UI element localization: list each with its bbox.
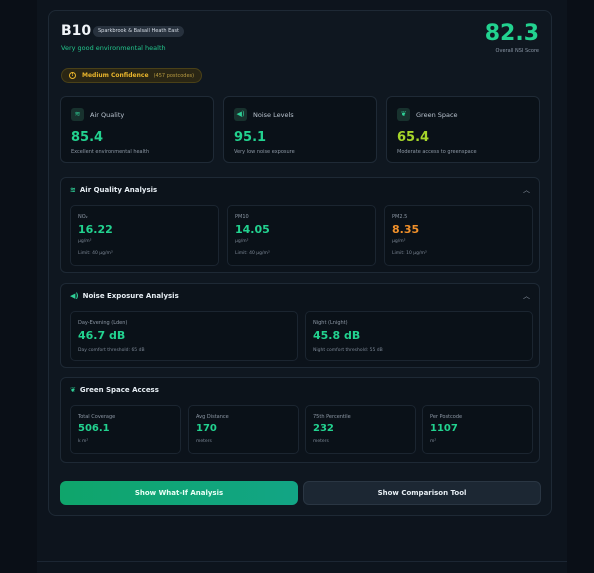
- pollutant-value: 16.22: [78, 223, 113, 236]
- area-report-card: B10 Sparkbrook & Balsall Heath East Very…: [48, 10, 552, 516]
- chevron-up-icon[interactable]: ︿: [523, 291, 530, 301]
- pollutant-limit: Limit: 10 μg/m³: [392, 251, 427, 256]
- pollutant-label: PM10: [235, 214, 249, 220]
- speaker-icon: ◀): [70, 292, 79, 300]
- noise-label: Day-Evening (Lden): [78, 320, 128, 326]
- noise-exposure-section: ◀) Noise Exposure Analysis ︿ Day-Evening …: [60, 283, 540, 368]
- pollutant-value: 8.35: [392, 223, 420, 236]
- metric-card-noise-levels: ◀) Noise Levels 95.1 Very low noise expo…: [223, 96, 377, 163]
- green-label: Per Postcode: [430, 414, 463, 420]
- green-unit: meters: [196, 439, 212, 444]
- pollutant-limit: Limit: 40 μg/m³: [235, 251, 270, 256]
- metric-title: Green Space: [416, 111, 458, 119]
- metric-value: 95.1: [234, 130, 267, 145]
- green-card-avg-distance: Avg Distance 170 meters: [188, 405, 299, 454]
- chevron-up-icon[interactable]: ︿: [523, 185, 530, 195]
- pollutant-label: NO₂: [78, 214, 88, 220]
- green-space-section: ❦ Green Space Access Total Coverage 506.1…: [60, 377, 540, 463]
- confidence-badge: ! Medium Confidence (457 postcodes): [61, 68, 203, 83]
- green-label: Avg Distance: [196, 414, 229, 420]
- pollutant-unit: μg/m³: [78, 239, 92, 244]
- comparison-tool-button[interactable]: Show Comparison Tool: [303, 481, 541, 505]
- metric-value: 65.4: [397, 130, 430, 145]
- confidence-detail: (457 postcodes): [153, 73, 195, 79]
- noise-value: 46.7 dB: [78, 329, 126, 342]
- green-label: Total Coverage: [78, 414, 116, 420]
- green-value: 232: [313, 423, 334, 434]
- noise-card-night: Night (Lnight) 45.8 dB Night comfort thr…: [305, 311, 533, 361]
- leaf-icon: ❦: [397, 108, 410, 121]
- air-icon: ≋: [70, 186, 76, 194]
- noise-threshold: Night comfort threshold: 55 dB: [313, 348, 383, 353]
- green-card-total-coverage: Total Coverage 506.1 k m²: [70, 405, 181, 454]
- section-title: Air Quality Analysis: [79, 186, 158, 194]
- info-icon: !: [69, 72, 76, 79]
- section-title: Noise Exposure Analysis: [82, 292, 179, 300]
- noise-threshold: Day comfort threshold: 65 dB: [78, 348, 145, 353]
- noise-value: 45.8 dB: [313, 329, 361, 342]
- what-if-analysis-button[interactable]: Show What-If Analysis: [60, 481, 298, 505]
- overall-score-label: Overall NSI Score: [495, 48, 539, 54]
- pollutant-card-no2: NO₂ 16.22 μg/m³ Limit: 40 μg/m³: [70, 205, 219, 266]
- health-tagline: Very good environmental health: [61, 44, 166, 52]
- section-header[interactable]: ❦ Green Space Access: [70, 386, 159, 394]
- pollutant-limit: Limit: 40 μg/m³: [78, 251, 113, 256]
- noise-label: Night (Lnight): [313, 320, 348, 326]
- confidence-label: Medium Confidence: [82, 72, 149, 79]
- air-icon: ≋: [71, 108, 84, 121]
- green-card-per-postcode: Per Postcode 1107 m²: [422, 405, 533, 454]
- area-name-badge: Sparkbrook & Balsall Heath East: [93, 26, 184, 37]
- metric-card-green-space: ❦ Green Space 65.4 Moderate access to gr…: [386, 96, 540, 163]
- green-unit: m²: [430, 439, 437, 444]
- overall-score: 82.3: [484, 21, 539, 46]
- green-label: 75th Percentile: [313, 414, 351, 420]
- leaf-icon: ❦: [70, 386, 76, 394]
- green-unit: meters: [313, 439, 329, 444]
- section-header[interactable]: ≋ Air Quality Analysis: [70, 186, 157, 194]
- pollutant-label: PM2.5: [392, 214, 408, 220]
- metric-description: Moderate access to greenspace: [397, 149, 477, 155]
- pollutant-unit: μg/m³: [235, 239, 249, 244]
- speaker-icon: ◀): [234, 108, 247, 121]
- green-value: 170: [196, 423, 217, 434]
- pollutant-value: 14.05: [235, 223, 270, 236]
- section-header[interactable]: ◀) Noise Exposure Analysis: [70, 292, 179, 300]
- divider: [37, 561, 567, 562]
- green-unit: k m²: [78, 439, 89, 444]
- section-title: Green Space Access: [79, 386, 159, 394]
- green-value: 506.1: [78, 423, 110, 434]
- metric-description: Very low noise exposure: [234, 149, 295, 155]
- metric-value: 85.4: [71, 130, 104, 145]
- green-value: 1107: [430, 423, 458, 434]
- metric-card-air-quality: ≋ Air Quality 85.4 Excellent environment…: [60, 96, 214, 163]
- pollutant-unit: μg/m³: [392, 239, 406, 244]
- metric-title: Noise Levels: [253, 111, 294, 119]
- pollutant-card-pm10: PM10 14.05 μg/m³ Limit: 40 μg/m³: [227, 205, 376, 266]
- noise-card-day-evening: Day-Evening (Lden) 46.7 dB Day comfort t…: [70, 311, 298, 361]
- pollutant-card-pm25: PM2.5 8.35 μg/m³ Limit: 10 μg/m³: [384, 205, 533, 266]
- postcode-title: B10: [61, 23, 92, 39]
- air-quality-section: ≋ Air Quality Analysis ︿ NO₂ 16.22 μg/m³ …: [60, 177, 540, 273]
- green-card-75th-percentile: 75th Percentile 232 meters: [305, 405, 416, 454]
- metric-description: Excellent environmental health: [71, 149, 150, 155]
- metric-title: Air Quality: [90, 111, 125, 119]
